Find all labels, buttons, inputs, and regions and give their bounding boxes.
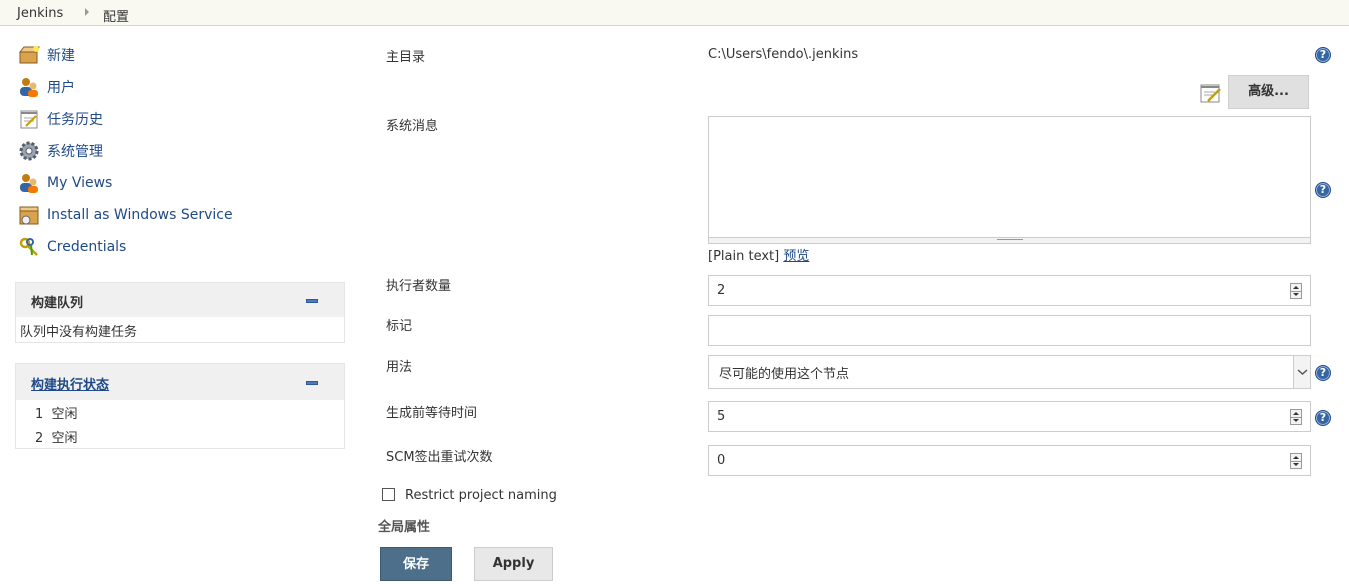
build-queue-pane: 构建队列 队列中没有构建任务 (15, 282, 345, 343)
task-manage-jenkins-label[interactable]: 系统管理 (47, 141, 103, 161)
usage-label: 用法 (386, 360, 413, 375)
build-queue-header: 构建队列 (16, 283, 344, 317)
executor-row: 1 空闲 (35, 403, 78, 422)
scm-retry-input[interactable]: 0 (708, 445, 1311, 476)
restrict-naming-checkbox[interactable] (382, 488, 395, 501)
quiet-period-label: 生成前等待时间 (386, 406, 478, 421)
number-stepper-icon[interactable] (1290, 409, 1302, 425)
install-package-icon (18, 204, 40, 226)
task-credentials[interactable]: Credentials (18, 235, 126, 259)
breadcrumb: Jenkins 配置 (0, 0, 1349, 26)
usage-select-value: 尽可能的使用这个节点 (719, 366, 850, 382)
quiet-period-input[interactable]: 5 (708, 401, 1311, 432)
preview-link[interactable]: 预览 (783, 249, 809, 264)
scm-retry-value: 0 (717, 453, 726, 468)
build-queue-empty: 队列中没有构建任务 (20, 325, 138, 340)
executors-count-label: 执行者数量 (386, 279, 452, 294)
advanced-button[interactable]: 高级... (1228, 75, 1309, 109)
textarea-resize-handle[interactable] (708, 238, 1311, 244)
build-queue-title: 构建队列 (31, 296, 84, 311)
system-message-textarea[interactable] (708, 116, 1311, 238)
task-install-windows-service-label[interactable]: Install as Windows Service (47, 207, 233, 223)
help-icon[interactable]: ? (1315, 365, 1331, 381)
help-icon[interactable]: ? (1315, 47, 1331, 63)
notepad-icon (18, 108, 40, 130)
executor-number: 1 (35, 407, 44, 422)
executor-row: 2 空闲 (35, 427, 78, 446)
quiet-period-value: 5 (717, 409, 726, 424)
users-icon (18, 76, 40, 98)
breadcrumb-jenkins[interactable]: Jenkins (17, 6, 63, 21)
new-package-icon (18, 44, 40, 66)
executor-status-pane: 构建执行状态 1 空闲 2 空闲 (15, 363, 345, 449)
keys-icon (18, 236, 40, 258)
number-stepper-icon[interactable] (1290, 453, 1302, 469)
help-icon[interactable]: ? (1315, 410, 1331, 426)
apply-button[interactable]: Apply (474, 547, 553, 581)
task-build-history[interactable]: 任务历史 (18, 107, 103, 131)
executors-count-value: 2 (717, 283, 726, 298)
executor-status-header: 构建执行状态 (16, 364, 344, 400)
gear-icon (18, 140, 40, 162)
scm-retry-label: SCM签出重试次数 (386, 450, 493, 465)
chevron-down-icon[interactable] (1293, 356, 1310, 388)
labels-label: 标记 (386, 319, 413, 334)
executor-number: 2 (35, 431, 44, 446)
executor-status: 空闲 (51, 431, 78, 446)
number-stepper-icon[interactable] (1290, 283, 1302, 299)
help-icon[interactable]: ? (1315, 182, 1331, 198)
breadcrumb-separator-icon (85, 8, 89, 16)
labels-input[interactable] (708, 315, 1311, 346)
collapse-icon[interactable] (306, 299, 318, 303)
task-manage-jenkins[interactable]: 系统管理 (18, 139, 103, 163)
task-credentials-label[interactable]: Credentials (47, 239, 126, 255)
home-directory-label: 主目录 (386, 50, 426, 65)
task-new-item[interactable]: 新建 (18, 43, 75, 67)
breadcrumb-configure[interactable]: 配置 (103, 6, 129, 25)
task-people[interactable]: 用户 (18, 75, 75, 99)
markup-format-line: [Plain text] 预览 (708, 245, 809, 264)
task-my-views-label[interactable]: My Views (47, 175, 112, 191)
task-my-views[interactable]: My Views (18, 171, 112, 195)
home-directory-value: C:\Users\fendo\.jenkins (708, 47, 859, 62)
system-message-label: 系统消息 (386, 119, 439, 134)
user-icon (18, 172, 40, 194)
usage-select[interactable]: 尽可能的使用这个节点 (708, 355, 1311, 389)
collapse-icon[interactable] (306, 381, 318, 385)
executors-count-input[interactable]: 2 (708, 275, 1311, 306)
global-properties-heading: 全局属性 (378, 520, 431, 535)
task-new-item-label[interactable]: 新建 (47, 45, 75, 65)
grip-icon (997, 239, 1023, 240)
notepad-icon (1199, 81, 1223, 105)
task-install-windows-service[interactable]: Install as Windows Service (18, 203, 233, 227)
executor-status-title[interactable]: 构建执行状态 (31, 374, 109, 393)
markup-format-text: [Plain text] (708, 249, 780, 264)
task-people-label[interactable]: 用户 (47, 77, 75, 97)
executor-status: 空闲 (51, 407, 78, 422)
restrict-naming-label: Restrict project naming (405, 488, 557, 503)
task-build-history-label[interactable]: 任务历史 (47, 109, 103, 129)
save-button[interactable]: 保存 (380, 547, 452, 581)
